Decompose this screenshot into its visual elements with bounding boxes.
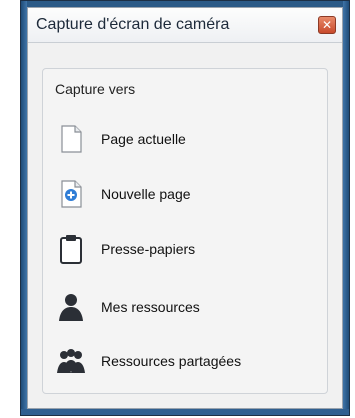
window-bottom-border bbox=[21, 409, 349, 415]
capture-new-page-option[interactable]: Nouvelle page bbox=[55, 174, 319, 214]
window-panel: Capture d'écran de caméra ✕ Capture vers… bbox=[27, 7, 343, 409]
camera-capture-window: Capture d'écran de caméra ✕ Capture vers… bbox=[20, 0, 350, 416]
page-icon bbox=[55, 123, 87, 155]
option-label: Nouvelle page bbox=[101, 186, 191, 202]
option-label: Page actuelle bbox=[101, 131, 186, 147]
window-title: Capture d'écran de caméra bbox=[36, 16, 230, 33]
close-icon: ✕ bbox=[321, 18, 333, 32]
person-icon bbox=[55, 291, 87, 323]
window-right-border bbox=[343, 1, 349, 415]
capture-my-resources-option[interactable]: Mes ressources bbox=[55, 287, 319, 327]
capture-clipboard-option[interactable]: Presse-papiers bbox=[55, 229, 319, 269]
capture-shared-resources-option[interactable]: Ressources partagées bbox=[55, 341, 319, 381]
group-label: Capture vers bbox=[55, 81, 136, 97]
people-icon bbox=[55, 345, 87, 377]
capture-current-page-option[interactable]: Page actuelle bbox=[55, 119, 319, 159]
option-label: Presse-papiers bbox=[101, 241, 196, 257]
title-bar[interactable]: Capture d'écran de caméra ✕ bbox=[28, 8, 342, 43]
option-label: Ressources partagées bbox=[101, 353, 242, 369]
new-page-icon bbox=[55, 178, 87, 210]
close-button[interactable]: ✕ bbox=[318, 16, 336, 34]
clipboard-icon bbox=[55, 233, 87, 265]
screenshot-stage: Capture d'écran de caméra ✕ Capture vers… bbox=[0, 0, 355, 418]
capture-to-group: Capture vers Page actuelle Nouvelle page… bbox=[42, 68, 328, 394]
option-label: Mes ressources bbox=[101, 299, 200, 315]
